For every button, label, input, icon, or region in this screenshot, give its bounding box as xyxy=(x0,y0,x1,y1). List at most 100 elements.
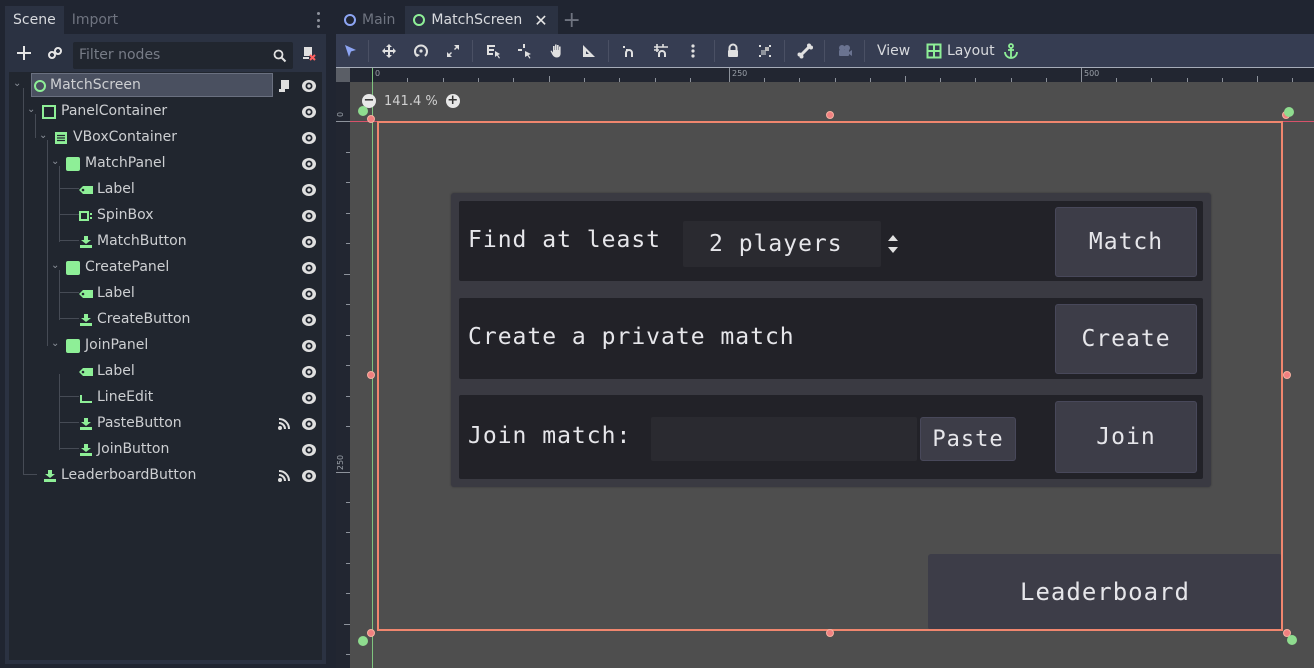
pan-icon[interactable] xyxy=(546,40,568,62)
visibility-eye-icon[interactable] xyxy=(301,468,317,482)
button-icon xyxy=(79,416,93,430)
vertical-ruler[interactable]: 0 250 xyxy=(336,82,350,668)
visibility-eye-icon[interactable] xyxy=(301,286,317,300)
rotate-icon[interactable] xyxy=(410,40,432,62)
resize-handle[interactable] xyxy=(367,371,375,379)
main-editor: Main MatchScreen ✕ + View Layout 0 250 5… xyxy=(336,0,1314,668)
chevron-down-icon[interactable]: ⌄ xyxy=(27,104,37,115)
layout-menu[interactable]: Layout xyxy=(947,34,995,68)
anchor-pin-icon[interactable] xyxy=(358,106,368,116)
scene-tabs: Main MatchScreen ✕ + xyxy=(336,6,586,34)
bone-icon[interactable] xyxy=(794,40,816,62)
resize-handle[interactable] xyxy=(826,111,834,119)
tree-row-label[interactable]: Label xyxy=(9,358,322,384)
canvas-viewport[interactable]: 0 250 500 0 250 − 141.4 % + Find at leas… xyxy=(336,68,1314,668)
tree-row-leaderboardbutton[interactable]: LeaderboardButton xyxy=(9,462,322,488)
zoom-level[interactable]: 141.4 % xyxy=(384,94,438,109)
visibility-eye-icon[interactable] xyxy=(301,208,317,222)
smart-snap-icon[interactable] xyxy=(618,40,640,62)
pivot-icon[interactable] xyxy=(514,40,536,62)
filter-nodes-input[interactable] xyxy=(79,47,259,63)
resize-handle[interactable] xyxy=(367,115,375,123)
scene-tab-main[interactable]: Main xyxy=(336,6,405,34)
tree-row-matchscreen[interactable]: ⌄ MatchScreen xyxy=(9,72,322,98)
script-remove-icon[interactable] xyxy=(297,42,319,64)
node-name: CreateButton xyxy=(97,311,191,327)
tree-row-joinbutton[interactable]: JoinButton xyxy=(9,436,322,462)
view-menu[interactable]: View xyxy=(877,34,910,68)
node-name: LineEdit xyxy=(97,389,154,405)
visibility-eye-icon[interactable] xyxy=(301,416,317,430)
group-icon[interactable] xyxy=(754,40,776,62)
dock-menu-icon[interactable] xyxy=(312,10,324,30)
tree-row-panelcontainer[interactable]: ⌄ PanelContainer xyxy=(9,98,322,124)
link-icon[interactable] xyxy=(44,42,66,64)
zoom-in-icon[interactable]: + xyxy=(445,94,460,108)
tree-row-spinbox[interactable]: SpinBox xyxy=(9,202,322,228)
visibility-eye-icon[interactable] xyxy=(301,442,317,456)
visibility-eye-icon[interactable] xyxy=(301,78,317,92)
search-icon[interactable] xyxy=(273,46,287,73)
chevron-down-icon[interactable]: ⌄ xyxy=(51,260,61,271)
visibility-eye-icon[interactable] xyxy=(301,312,317,326)
tree-row-label[interactable]: Label xyxy=(9,280,322,306)
list-select-icon[interactable] xyxy=(482,40,504,62)
tree-row-createbutton[interactable]: CreateButton xyxy=(9,306,322,332)
ruler-label: 500 xyxy=(1084,69,1100,78)
filter-nodes-field[interactable] xyxy=(73,42,293,69)
camera-icon[interactable] xyxy=(834,40,856,62)
label-icon xyxy=(79,364,93,378)
tree-row-matchpanel[interactable]: ⌄ MatchPanel xyxy=(9,150,322,176)
resize-handle[interactable] xyxy=(1283,371,1291,379)
visibility-eye-icon[interactable] xyxy=(301,390,317,404)
chevron-down-icon[interactable]: ⌄ xyxy=(13,78,23,89)
tree-row-vboxcontainer[interactable]: ⌄ VBoxContainer xyxy=(9,124,322,150)
resize-handle[interactable] xyxy=(367,629,375,637)
anchor-icon[interactable] xyxy=(1000,40,1022,62)
scene-tab-matchscreen[interactable]: MatchScreen ✕ xyxy=(405,6,558,34)
anchor-pin-icon[interactable] xyxy=(1287,635,1297,645)
tree-row-createpanel[interactable]: ⌄ CreatePanel xyxy=(9,254,322,280)
canvas-toolbar: View Layout xyxy=(336,34,1314,68)
grid-snap-icon[interactable] xyxy=(650,40,672,62)
chevron-down-icon[interactable]: ⌄ xyxy=(39,130,49,141)
panel-icon xyxy=(66,260,80,275)
ruler-icon[interactable] xyxy=(578,40,600,62)
add-scene-tab-icon[interactable]: + xyxy=(558,6,586,34)
layout-grid-icon[interactable] xyxy=(923,40,945,62)
tab-scene[interactable]: Scene xyxy=(5,6,64,34)
visibility-eye-icon[interactable] xyxy=(301,364,317,378)
close-icon[interactable]: ✕ xyxy=(534,11,547,30)
visibility-eye-icon[interactable] xyxy=(301,156,317,170)
script-icon[interactable] xyxy=(277,78,291,92)
visibility-eye-icon[interactable] xyxy=(301,260,317,274)
visibility-eye-icon[interactable] xyxy=(301,182,317,196)
signal-icon[interactable] xyxy=(277,468,291,482)
visibility-eye-icon[interactable] xyxy=(301,338,317,352)
signal-icon[interactable] xyxy=(277,416,291,430)
anchor-pin-icon[interactable] xyxy=(1284,107,1294,117)
visibility-eye-icon[interactable] xyxy=(301,104,317,118)
horizontal-ruler[interactable]: 0 250 500 xyxy=(350,68,1314,82)
tree-row-joinpanel[interactable]: ⌄ JoinPanel xyxy=(9,332,322,358)
tree-row-matchbutton[interactable]: MatchButton xyxy=(9,228,322,254)
scale-icon[interactable] xyxy=(442,40,464,62)
tree-row-label[interactable]: Label xyxy=(9,176,322,202)
visibility-eye-icon[interactable] xyxy=(301,130,317,144)
tree-row-pastebutton[interactable]: PasteButton xyxy=(9,410,322,436)
anchor-pin-icon[interactable] xyxy=(358,636,368,646)
selection-rect[interactable] xyxy=(377,121,1283,631)
more-icon[interactable] xyxy=(682,40,704,62)
visibility-eye-icon[interactable] xyxy=(301,234,317,248)
plus-icon[interactable] xyxy=(13,42,35,64)
select-icon[interactable] xyxy=(340,40,362,62)
move-icon[interactable] xyxy=(378,40,400,62)
lock-icon[interactable] xyxy=(722,40,744,62)
tab-import[interactable]: Import xyxy=(64,6,126,34)
tree-row-lineedit[interactable]: LineEdit xyxy=(9,384,322,410)
chevron-down-icon[interactable]: ⌄ xyxy=(51,156,61,167)
ruler-label: 250 xyxy=(336,454,346,471)
control-ring-icon xyxy=(33,78,47,92)
resize-handle[interactable] xyxy=(826,629,834,637)
chevron-down-icon[interactable]: ⌄ xyxy=(51,338,61,349)
